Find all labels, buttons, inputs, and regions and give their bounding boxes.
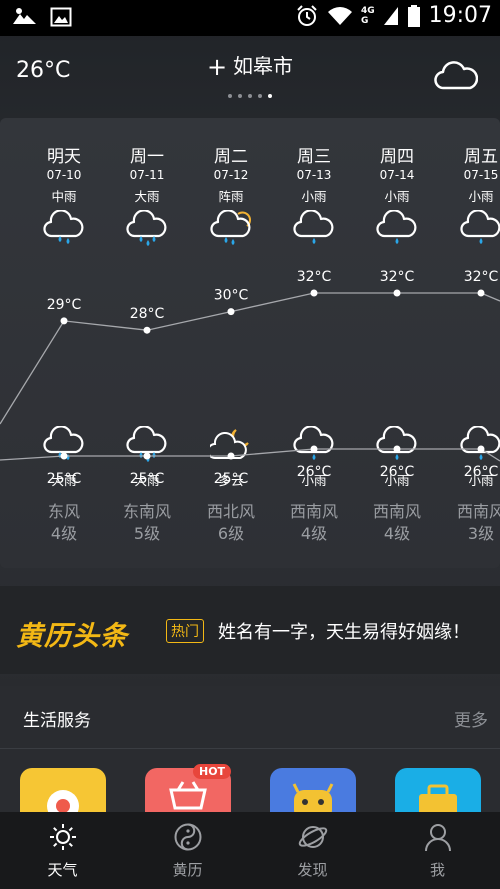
wind-direction: 西南风 [289, 502, 338, 521]
low-temp-label: 26°C [380, 464, 415, 480]
low-temp-line [0, 448, 500, 462]
high-temp-label: 32°C [297, 269, 332, 285]
mountain-icon [13, 8, 36, 24]
clock: 19:07 [428, 3, 492, 28]
day-name: 周一 [130, 147, 164, 167]
nav-label: 发现 [297, 861, 328, 879]
nav-label: 我 [429, 861, 445, 879]
low-temp-point [393, 445, 401, 453]
nav-weather[interactable]: 天气 [0, 812, 125, 889]
day-name: 周三 [297, 147, 331, 167]
city-name: 如皋市 [233, 54, 294, 78]
image-icon [50, 7, 72, 27]
wind-direction: 东南风 [122, 502, 171, 521]
cloud-icon[interactable] [434, 60, 478, 92]
day-weather: 中雨 [51, 189, 77, 204]
hot-tag: 热门 [166, 619, 204, 643]
page-dot-active [268, 94, 272, 98]
planet-icon [298, 826, 328, 848]
divider [0, 748, 500, 749]
high-temp-label: 28°C [130, 306, 165, 322]
page-dot [248, 94, 252, 98]
more-link[interactable]: 更多 [454, 706, 488, 731]
low-temp-label: 25°C [47, 471, 82, 487]
hot-badge: HOT [193, 764, 232, 779]
low-temp-point [310, 445, 318, 453]
high-temp-point [143, 326, 151, 334]
network-type: 4G G [360, 5, 375, 26]
user-icon [425, 824, 451, 852]
taiji-icon [174, 823, 202, 851]
wind-level: 3级 [467, 524, 495, 543]
wind-level: 4级 [300, 524, 328, 543]
high-temp-point [310, 289, 318, 297]
day-weather: 小雨 [301, 189, 327, 204]
section-title: 生活服务 [23, 711, 91, 731]
wind-level: 6级 [217, 524, 245, 543]
forecast-panel[interactable]: 明天 07-10 中雨 大雨 东风 4级 周一 07-11 大雨 大雨 东南风 5级 周二 07-12 阵雨… [0, 118, 500, 568]
banner-headline[interactable]: 姓名有一字，天生易得好姻缘！ [218, 618, 470, 644]
page-dot [258, 94, 262, 98]
day-date: 07-15 [463, 168, 499, 182]
low-temp-point [143, 452, 151, 460]
life-services: 生活服务 更多 [0, 686, 500, 828]
high-temp-label: 29°C [47, 297, 82, 313]
wifi-icon [327, 6, 352, 25]
low-temp-point [60, 452, 68, 460]
day-date: 07-14 [379, 168, 415, 182]
day-name: 明天 [47, 147, 81, 167]
day-weather: 大雨 [134, 189, 160, 204]
high-temp-label: 30°C [214, 288, 249, 304]
high-temp-point [60, 317, 68, 325]
day-name: 周二 [214, 147, 248, 167]
nav-label: 天气 [47, 861, 78, 879]
sun-icon [50, 824, 76, 850]
low-temp-point [227, 452, 235, 460]
low-temp-label: 25°C [214, 471, 249, 487]
high-temp-point [227, 308, 235, 316]
add-city-icon[interactable]: + [207, 53, 227, 81]
high-temp-point [477, 289, 485, 297]
low-temp-label: 26°C [297, 464, 332, 480]
day-weather: 阵雨 [218, 189, 244, 204]
temperature-chart: 29°C 28°C 30°C 32°C 32°C 32°C 25°C 25°C 25°C 26°C… [0, 269, 500, 487]
signal-icon [383, 6, 398, 25]
day-name: 周四 [380, 147, 414, 167]
bottom-navigation: 天气 黄历 发现 我 [0, 812, 500, 889]
wind-direction: 西北风 [206, 502, 255, 521]
page-indicator [0, 94, 500, 98]
low-temp-point [477, 445, 485, 453]
nav-me[interactable]: 我 [375, 812, 500, 889]
day-date: 07-12 [213, 168, 249, 182]
high-temp-label: 32°C [464, 269, 499, 285]
high-temp-point [393, 289, 401, 297]
wind-level: 5级 [133, 524, 161, 543]
almanac-banner[interactable]: 黄历头条 热门 姓名有一字，天生易得好姻缘！ [0, 586, 500, 674]
weather-header: 26°C + 如皋市 [0, 36, 500, 114]
low-temp-label: 26°C [464, 464, 499, 480]
page-dot [228, 94, 232, 98]
status-bar: 4G G 19:07 [0, 0, 500, 36]
nav-label: 黄历 [172, 861, 203, 879]
day-name: 周五 [464, 147, 498, 167]
wind-level: 4级 [50, 524, 78, 543]
nav-discover[interactable]: 发现 [250, 812, 375, 889]
nav-almanac[interactable]: 黄历 [125, 812, 250, 889]
battery-icon [407, 4, 420, 27]
city-selector[interactable]: + 如皋市 [0, 50, 500, 81]
wind-direction: 西南风 [456, 502, 500, 521]
wind-direction: 东风 [47, 502, 80, 521]
banner-logo: 黄历头条 [16, 621, 128, 652]
day-date: 07-10 [46, 168, 82, 182]
page-dot [238, 94, 242, 98]
day-date: 07-11 [129, 168, 165, 182]
day-date: 07-13 [296, 168, 332, 182]
day-weather: 小雨 [468, 189, 494, 204]
low-temp-label: 25°C [130, 471, 165, 487]
high-temp-label: 32°C [380, 269, 415, 285]
day-weather: 小雨 [384, 189, 410, 204]
wind-level: 4级 [383, 524, 411, 543]
wind-direction: 西南风 [372, 502, 421, 521]
alarm-icon [297, 4, 317, 26]
